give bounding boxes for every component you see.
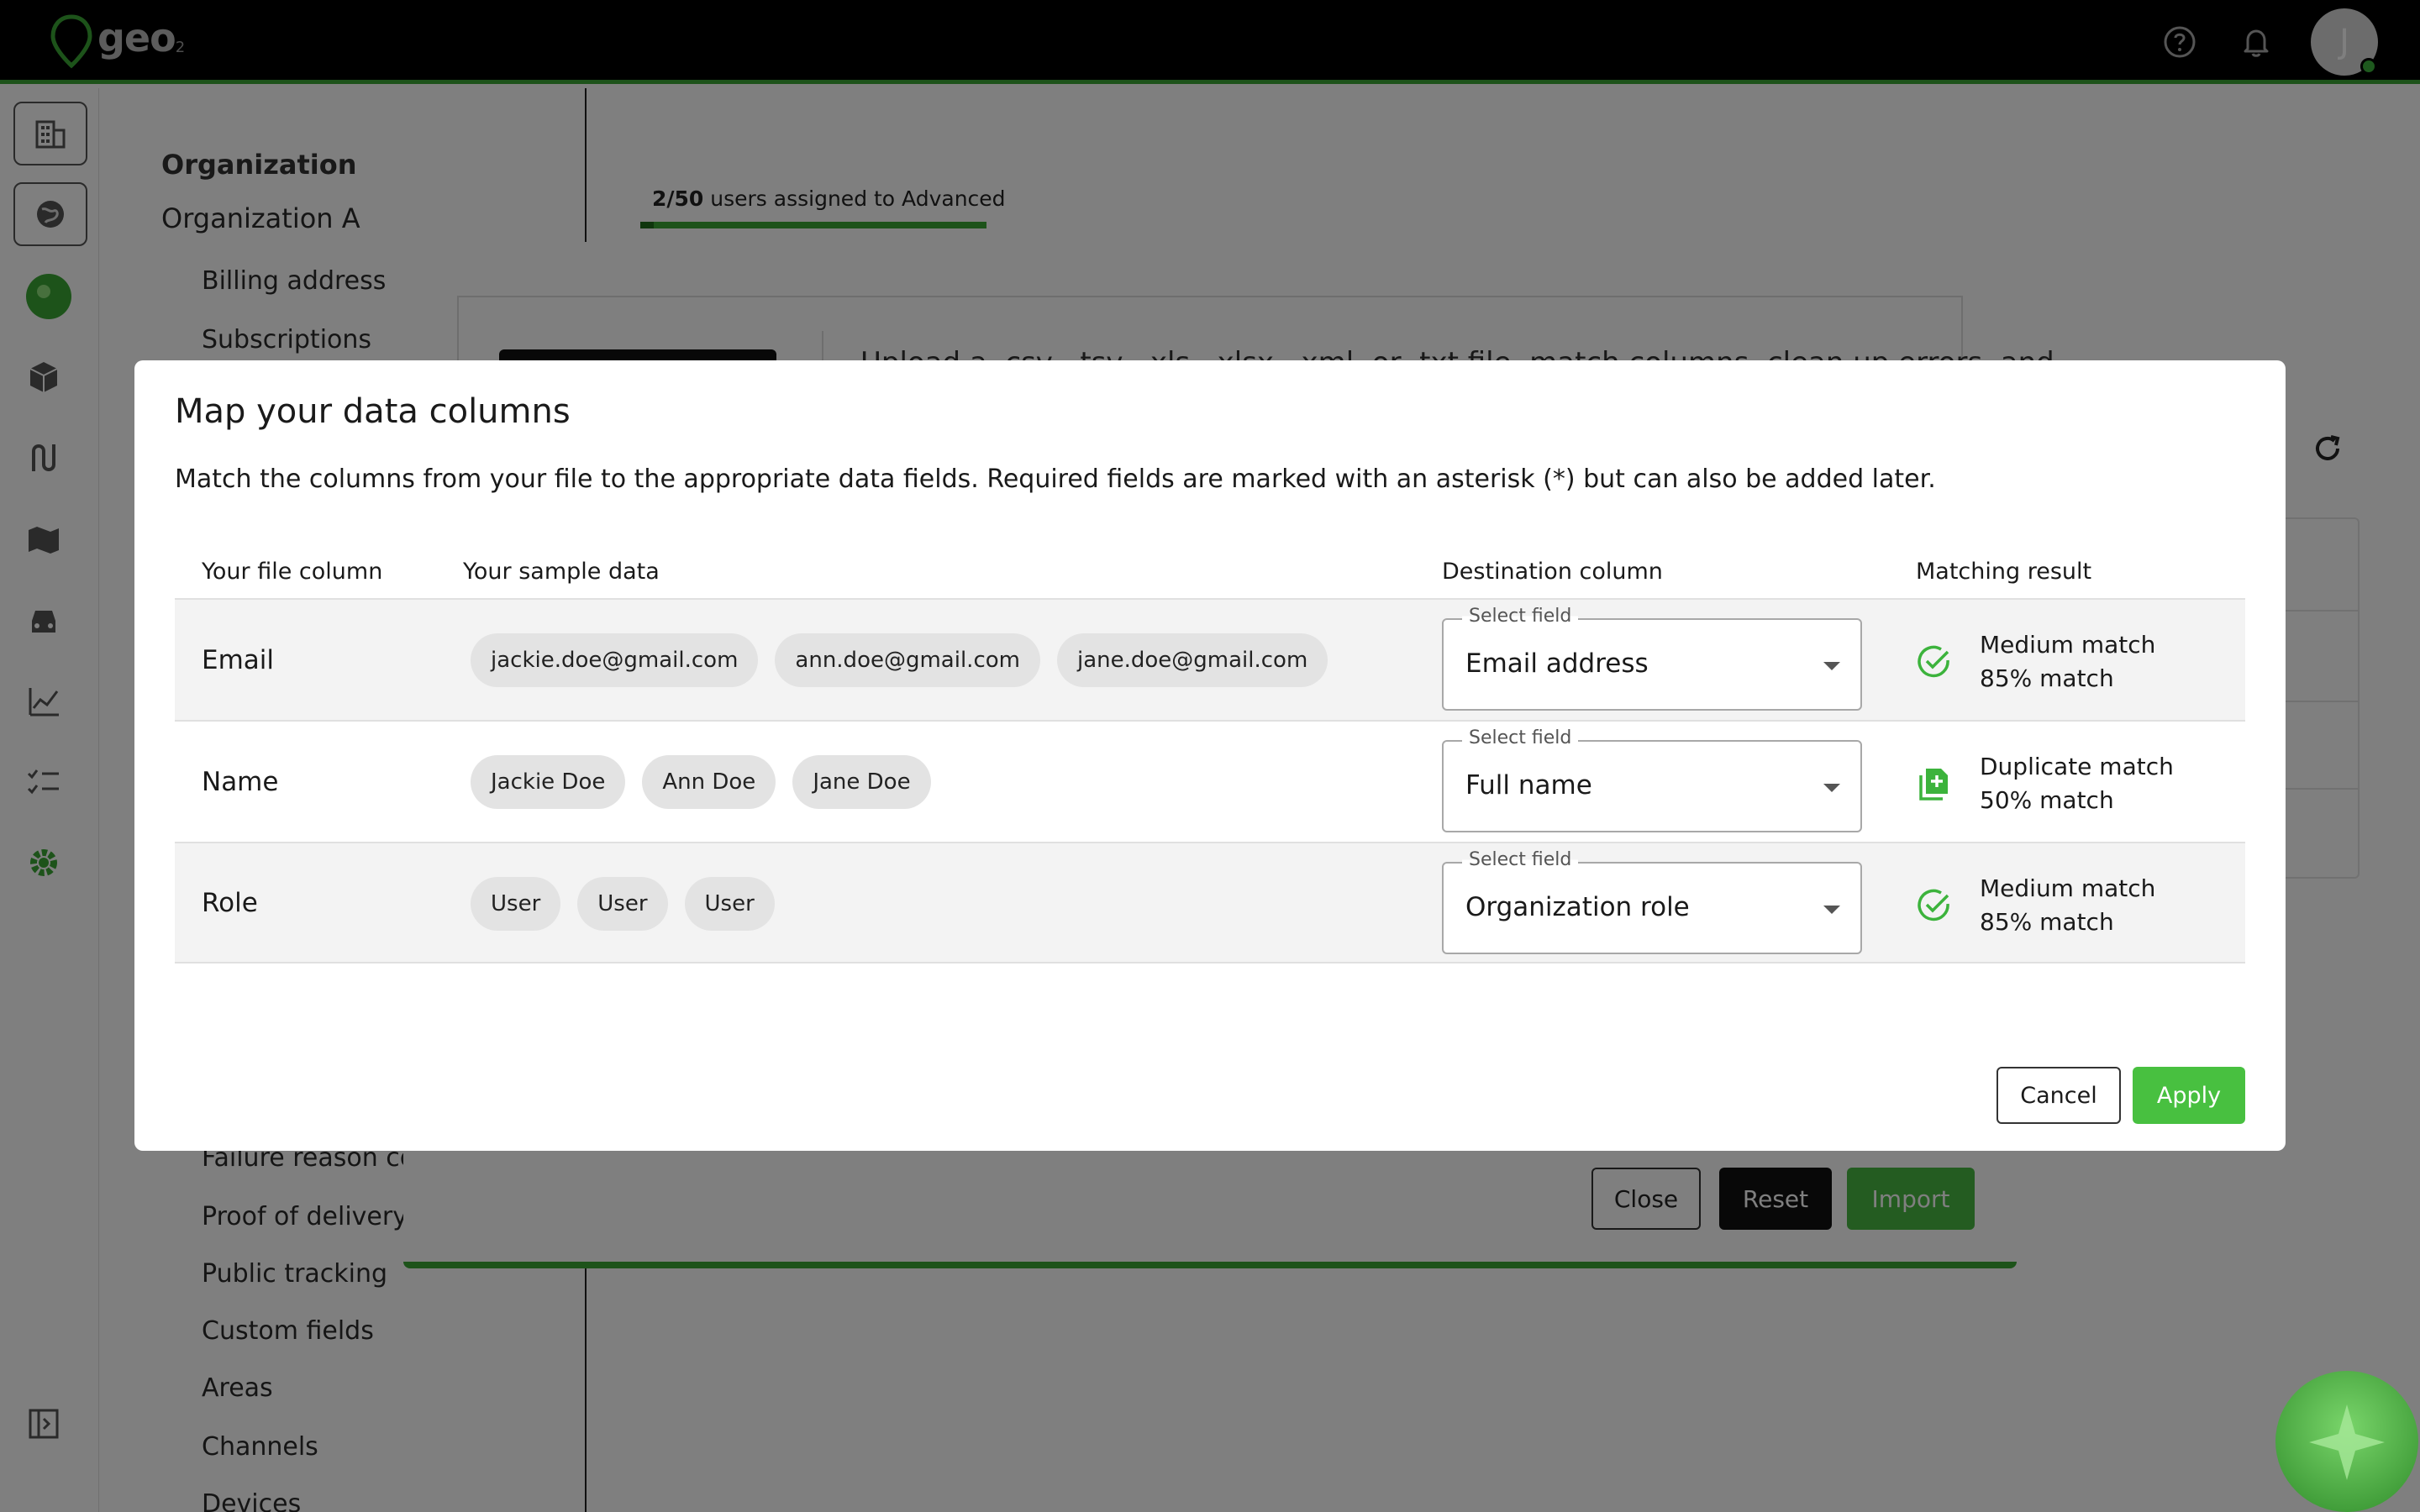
file-column-name: Email xyxy=(202,644,275,675)
match-result: Medium match 85% match xyxy=(1980,872,2155,939)
match-percent: 85% match xyxy=(1980,664,2114,692)
sample-chip: User xyxy=(471,877,561,931)
select-label: Select field xyxy=(1462,849,1579,870)
modal-subtitle: Match the columns from your file to the … xyxy=(175,465,1936,494)
sample-chip: User xyxy=(684,877,775,931)
table-row: Name Jackie Doe Ann Doe Jane Doe Select … xyxy=(175,720,2245,842)
cancel-button[interactable]: Cancel xyxy=(1996,1067,2121,1124)
match-percent: 50% match xyxy=(1980,786,2114,814)
select-value: Full name xyxy=(1465,770,1592,801)
sample-chip: ann.doe@gmail.com xyxy=(775,633,1040,687)
match-type: Medium match xyxy=(1980,631,2156,659)
sample-chip: jackie.doe@gmail.com xyxy=(471,633,759,687)
check-circle-icon xyxy=(1918,889,1949,921)
match-type: Duplicate match xyxy=(1980,753,2174,780)
header-file-column: Your file column xyxy=(202,559,383,585)
dropdown-caret-icon xyxy=(1823,784,1840,792)
sample-chip: Ann Doe xyxy=(642,755,776,809)
destination-select[interactable]: Select field Email address xyxy=(1442,606,1862,711)
header-destination: Destination column xyxy=(1442,559,1663,585)
sample-chips: Jackie Doe Ann Doe Jane Doe xyxy=(471,755,931,809)
file-column-name: Name xyxy=(202,766,279,797)
ai-assistant-button[interactable] xyxy=(2275,1371,2418,1512)
match-type: Medium match xyxy=(1980,874,2156,902)
match-result: Medium match 85% match xyxy=(1980,628,2155,696)
map-columns-modal: Map your data columns Match the columns … xyxy=(134,360,2286,1151)
table-row: Role User User User Select field Organiz… xyxy=(175,842,2245,963)
dropdown-caret-icon xyxy=(1823,906,1840,914)
dropdown-caret-icon xyxy=(1823,662,1840,670)
select-label: Select field xyxy=(1462,727,1579,748)
table-row: Email jackie.doe@gmail.com ann.doe@gmail… xyxy=(175,598,2245,720)
sample-chip: Jackie Doe xyxy=(471,755,626,809)
destination-select[interactable]: Select field Organization role xyxy=(1442,849,1862,954)
apply-button[interactable]: Apply xyxy=(2133,1067,2245,1124)
sample-chip: jane.doe@gmail.com xyxy=(1056,633,1328,687)
sample-chips: User User User xyxy=(471,877,775,931)
sample-chip: Jane Doe xyxy=(792,755,931,809)
match-result: Duplicate match 50% match xyxy=(1980,750,2174,817)
header-sample-data: Your sample data xyxy=(463,559,660,585)
file-column-name: Role xyxy=(202,887,258,918)
duplicate-doc-icon xyxy=(1919,769,1948,801)
select-value: Email address xyxy=(1465,648,1649,679)
sparkle-icon xyxy=(2309,1404,2385,1480)
sample-chip: User xyxy=(577,877,668,931)
select-label: Select field xyxy=(1462,606,1579,627)
modal-title: Map your data columns xyxy=(175,392,571,431)
check-circle-icon xyxy=(1918,645,1949,678)
destination-select[interactable]: Select field Full name xyxy=(1442,727,1862,832)
header-matching-result: Matching result xyxy=(1916,559,2092,585)
select-value: Organization role xyxy=(1465,892,1690,922)
match-percent: 85% match xyxy=(1980,908,2114,936)
sample-chips: jackie.doe@gmail.com ann.doe@gmail.com j… xyxy=(471,633,1328,687)
